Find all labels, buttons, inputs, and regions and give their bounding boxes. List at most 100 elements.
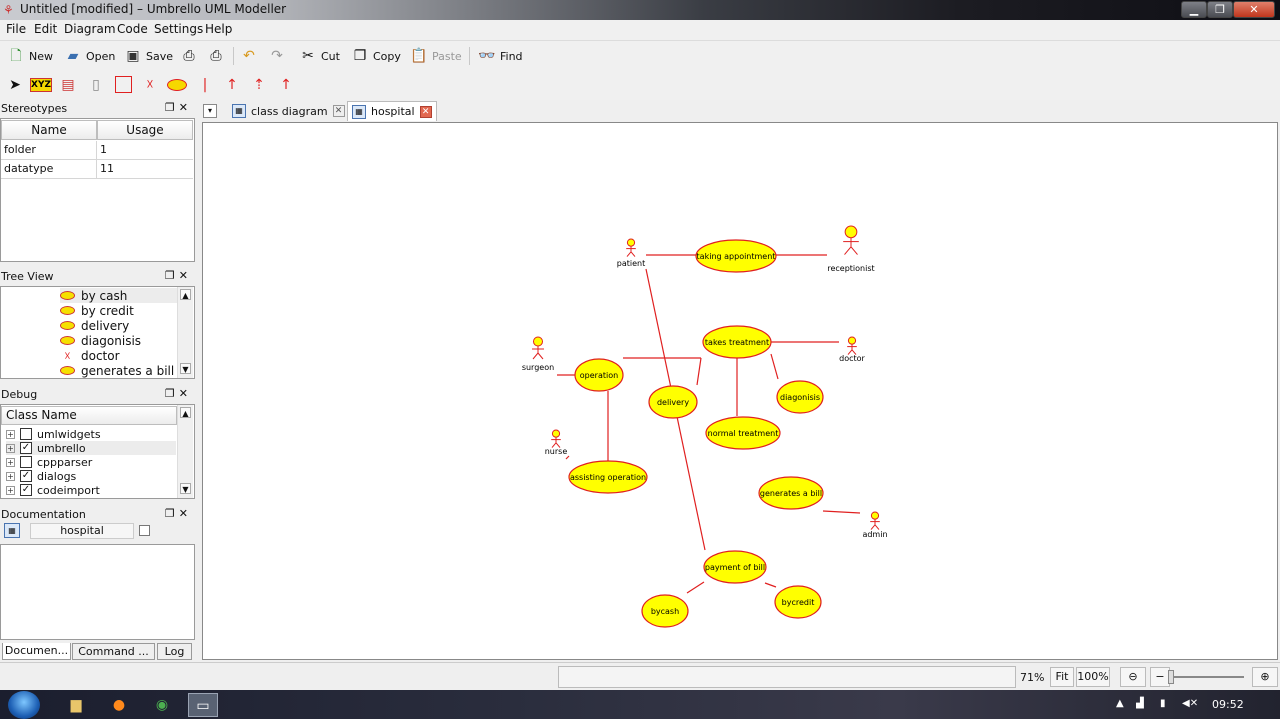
- scroll-down-icon[interactable]: ▼: [180, 363, 191, 374]
- dependency-tool-icon[interactable]: ⇡: [248, 75, 270, 95]
- column-header-class-name[interactable]: Class Name: [1, 406, 177, 425]
- note-box-tool-icon[interactable]: ▤: [57, 75, 79, 95]
- use-case[interactable]: delivery: [648, 385, 698, 419]
- actor-figure[interactable]: [532, 336, 544, 360]
- note-tool-icon[interactable]: ▯: [85, 75, 107, 95]
- association-line[interactable]: [696, 357, 702, 386]
- scroll-up-icon[interactable]: ▲: [180, 289, 191, 300]
- menu-help[interactable]: Help: [205, 22, 232, 36]
- tree-item[interactable]: diagonisis: [60, 333, 141, 348]
- new-button[interactable]: 🗋 New: [7, 45, 53, 67]
- menu-edit[interactable]: Edit: [34, 22, 57, 36]
- file-explorer-icon[interactable]: ▆: [61, 693, 91, 717]
- zoom-100-button[interactable]: 100%: [1076, 667, 1110, 687]
- directional-association-tool-icon[interactable]: ↑: [275, 75, 297, 95]
- tab-command-history[interactable]: Command ...: [72, 643, 155, 660]
- tab-documentation[interactable]: Documen...: [2, 643, 71, 660]
- copy-button[interactable]: ❐ Copy: [351, 45, 401, 67]
- generalization-tool-icon[interactable]: ↑: [221, 75, 243, 95]
- actor-figure[interactable]: [870, 511, 880, 530]
- debug-row[interactable]: + ✓ dialogs: [6, 469, 76, 483]
- table-cell[interactable]: 1: [97, 141, 193, 160]
- actor[interactable]: nurse: [545, 429, 568, 456]
- column-header-name[interactable]: Name: [1, 120, 97, 140]
- zoom-in-button[interactable]: ⊕: [1252, 667, 1278, 687]
- tree-item[interactable]: generates a bill: [60, 363, 174, 378]
- debug-row[interactable]: + ✓ umbrello: [6, 441, 176, 455]
- actor[interactable]: receptionist: [827, 225, 875, 273]
- menu-diagram[interactable]: Diagram: [64, 22, 116, 36]
- checkbox-checked[interactable]: ✓: [20, 470, 32, 482]
- actor-figure[interactable]: [847, 336, 857, 355]
- tree-item[interactable]: by credit: [60, 303, 134, 318]
- expand-icon[interactable]: +: [6, 471, 15, 481]
- checkbox-checked[interactable]: ✓: [20, 442, 32, 454]
- chrome-icon[interactable]: ◉: [147, 693, 177, 717]
- cut-button[interactable]: ✂ Cut: [299, 45, 340, 67]
- actor[interactable]: admin: [862, 511, 888, 539]
- panel-float-close-icons[interactable]: ❐✕: [165, 101, 192, 114]
- select-tool-icon[interactable]: ➤: [4, 75, 26, 95]
- use-case[interactable]: payment of bill: [703, 550, 767, 584]
- checkbox-checked[interactable]: ✓: [20, 484, 32, 496]
- use-case[interactable]: normal treatment: [705, 416, 781, 450]
- table-cell[interactable]: datatype: [1, 160, 97, 179]
- expand-icon[interactable]: +: [6, 457, 15, 467]
- association-line[interactable]: [565, 455, 570, 460]
- undo-button[interactable]: ↶: [240, 45, 258, 67]
- checkbox[interactable]: [20, 456, 32, 468]
- debug-row[interactable]: + ✓ codeimport: [6, 483, 100, 497]
- use-case-diagram[interactable]: taking appointment takes treatment operati…: [203, 123, 1277, 659]
- volume-muted-icon[interactable]: ◀✕: [1182, 698, 1198, 709]
- documentation-name-field[interactable]: hospital: [30, 523, 134, 539]
- documentation-text-area[interactable]: [0, 544, 195, 640]
- tab-log[interactable]: Log: [157, 643, 192, 660]
- actor-figure[interactable]: [551, 429, 561, 448]
- paste-button[interactable]: 📋 Paste: [410, 45, 461, 67]
- menu-settings[interactable]: Settings: [154, 22, 203, 36]
- redo-button[interactable]: ↷: [268, 45, 286, 67]
- panel-float-close-icons[interactable]: ❐✕: [165, 507, 192, 520]
- print-button[interactable]: ⎙: [180, 45, 198, 67]
- use-case[interactable]: operation: [574, 358, 624, 392]
- menu-file[interactable]: File: [6, 22, 26, 36]
- association-line[interactable]: [822, 510, 861, 514]
- battery-icon[interactable]: ▮: [1160, 698, 1166, 709]
- start-button[interactable]: [8, 691, 40, 719]
- tree-item[interactable]: delivery: [60, 318, 129, 333]
- use-case[interactable]: takes treatment: [702, 325, 772, 359]
- debug-row[interactable]: + umlwidgets: [6, 427, 101, 441]
- column-header-usage[interactable]: Usage: [97, 120, 193, 140]
- new-diagram-tab-button[interactable]: ▾: [201, 101, 223, 121]
- zoom-minus-button[interactable]: −: [1150, 667, 1170, 687]
- zoom-out-button[interactable]: ⊖: [1120, 667, 1146, 687]
- find-button[interactable]: 👓 Find: [478, 45, 522, 67]
- use-case[interactable]: diagonisis: [776, 380, 824, 414]
- actor-figure[interactable]: [843, 225, 859, 255]
- tab-class-diagram[interactable]: ▦ class diagram ✕: [228, 101, 349, 121]
- box-tool-icon[interactable]: [112, 75, 134, 95]
- use-case-tool-icon[interactable]: [166, 75, 188, 95]
- association-line[interactable]: [686, 581, 705, 594]
- panel-float-close-icons[interactable]: ❐✕: [165, 269, 192, 282]
- tree-item[interactable]: by cash: [60, 288, 178, 303]
- association-tool-icon[interactable]: |: [194, 75, 216, 95]
- save-button[interactable]: ▣ Save: [124, 45, 173, 67]
- maximize-button[interactable]: ❐: [1207, 1, 1233, 18]
- expand-icon[interactable]: +: [6, 485, 15, 495]
- panel-float-close-icons[interactable]: ❐✕: [165, 387, 192, 400]
- actor[interactable]: patient: [617, 238, 645, 268]
- expand-icon[interactable]: +: [6, 429, 15, 439]
- table-cell[interactable]: folder: [1, 141, 97, 160]
- zoom-fit-button[interactable]: Fit: [1050, 667, 1074, 687]
- debug-row[interactable]: + cppparser: [6, 455, 92, 469]
- actor[interactable]: doctor: [839, 336, 866, 363]
- expand-icon[interactable]: +: [6, 443, 15, 453]
- umbrello-task-icon[interactable]: ▭: [188, 693, 218, 717]
- association-line[interactable]: [764, 582, 777, 588]
- close-tab-icon[interactable]: ✕: [419, 105, 432, 118]
- documentation-checkbox[interactable]: [139, 525, 150, 536]
- scroll-down-icon[interactable]: ▼: [180, 483, 191, 494]
- tab-hospital[interactable]: ▦ hospital ✕: [347, 101, 437, 121]
- zoom-slider[interactable]: [1172, 676, 1244, 678]
